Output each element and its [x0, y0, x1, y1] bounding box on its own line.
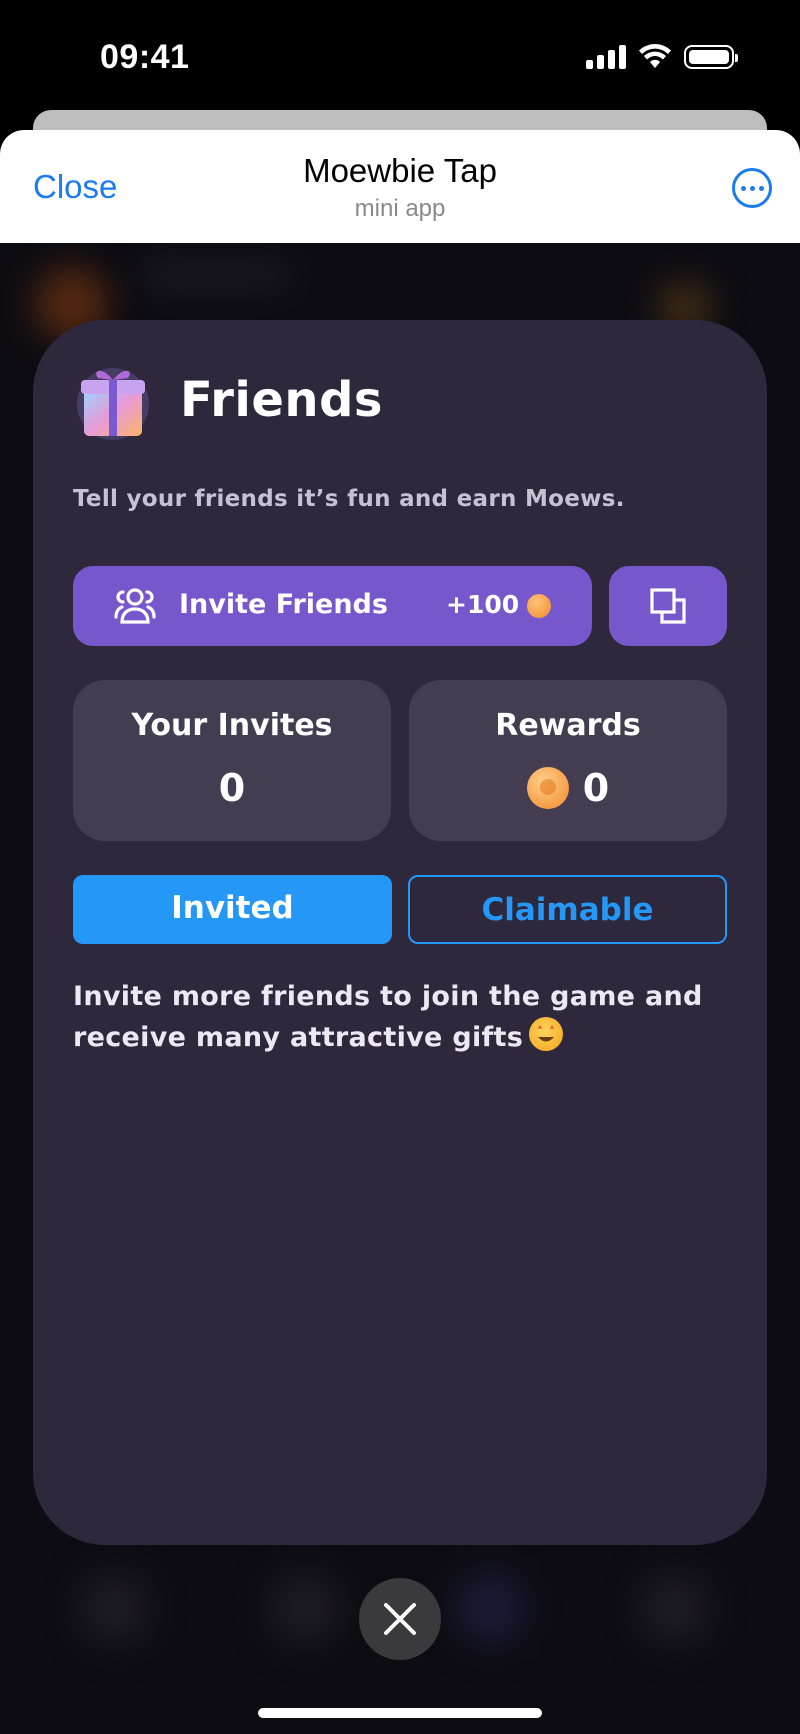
copy-icon: [650, 588, 686, 624]
invite-info-text: Invite more friends to join the game and…: [73, 976, 733, 1058]
battery-icon: [684, 45, 738, 69]
gift-box-icon: [77, 368, 149, 440]
invite-friends-label: Invite Friends: [179, 589, 388, 620]
coin-icon: [527, 594, 551, 618]
cellular-signal-icon: [586, 45, 626, 69]
invite-reward-amount: +100: [446, 590, 520, 619]
tab-claimable[interactable]: Claimable: [408, 875, 727, 944]
your-invites-card: Your Invites 0: [73, 680, 391, 841]
copy-link-button[interactable]: [609, 566, 727, 646]
status-time: 09:41: [100, 38, 190, 76]
tab-invited[interactable]: Invited: [73, 875, 392, 944]
rewards-card: Rewards 0: [409, 680, 727, 841]
your-invites-label: Your Invites: [131, 708, 333, 743]
close-icon: [384, 1603, 416, 1635]
home-indicator: [258, 1708, 542, 1718]
coin-icon: [526, 767, 569, 809]
card-title: Friends: [180, 372, 383, 428]
card-description: Tell your friends it’s fun and earn Moew…: [73, 486, 625, 512]
invite-friends-button[interactable]: Invite Friends +100: [73, 566, 592, 646]
rewards-label: Rewards: [495, 708, 641, 743]
your-invites-value: 0: [218, 766, 246, 810]
status-icons: [586, 44, 738, 70]
invite-info-message: Invite more friends to join the game and…: [73, 981, 703, 1053]
wifi-icon: [639, 44, 671, 68]
users-icon: [114, 588, 156, 624]
dismiss-modal-button[interactable]: [359, 1578, 441, 1660]
mini-app-header: Close Moewbie Tap mini app: [0, 130, 800, 243]
app-subtitle: mini app: [354, 195, 446, 222]
rewards-value: 0: [582, 766, 610, 810]
more-options-button[interactable]: [732, 168, 772, 208]
star-struck-emoji-icon: [529, 1017, 564, 1051]
app-title: Moewbie Tap: [303, 152, 497, 189]
status-bar: 09:41: [0, 0, 800, 110]
